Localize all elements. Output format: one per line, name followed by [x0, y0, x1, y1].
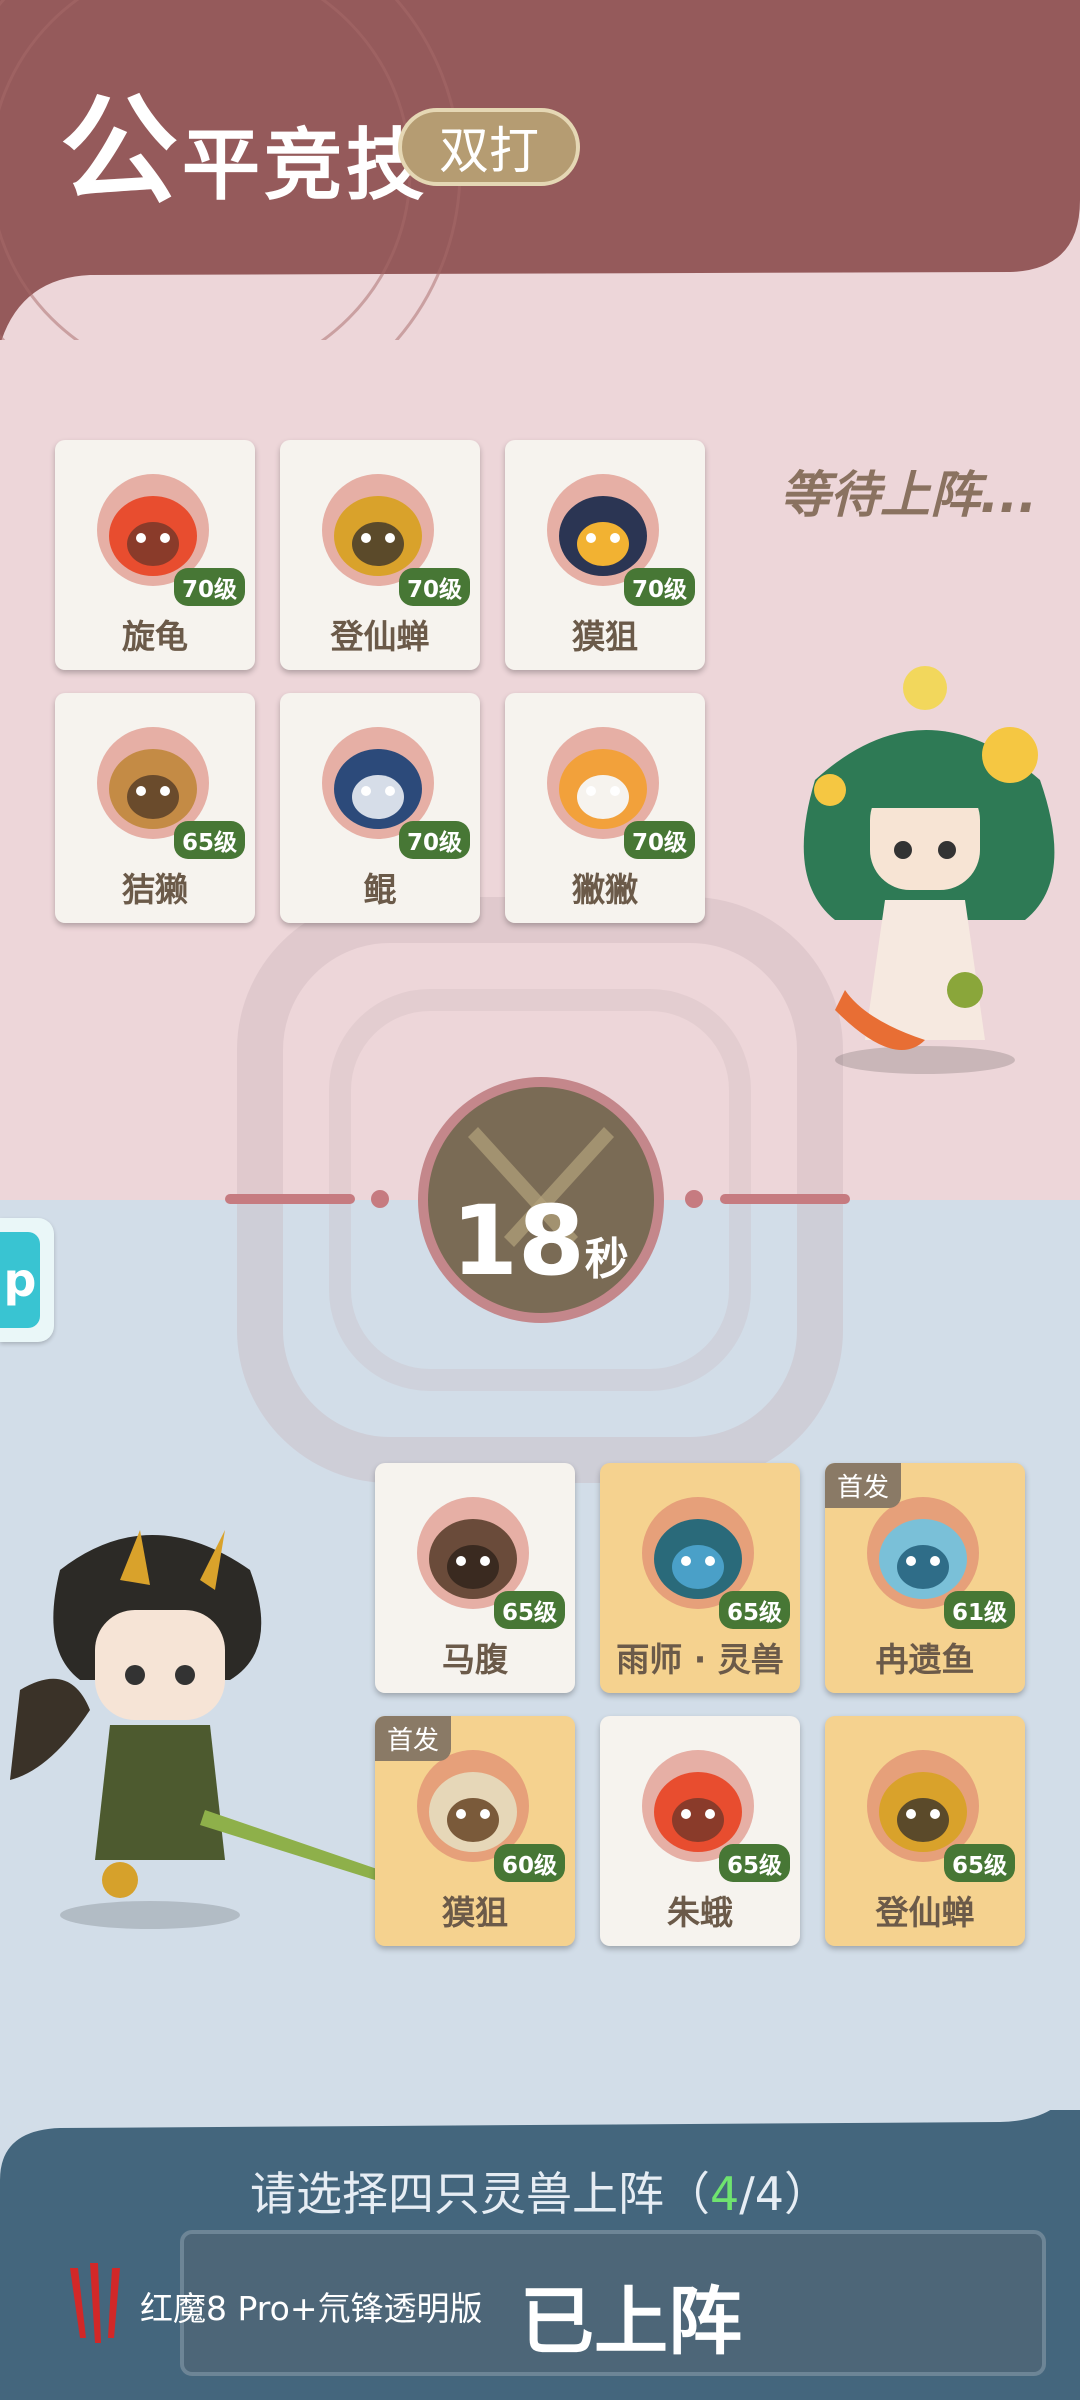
timer-value: 18秒 — [0, 1185, 1080, 1297]
creature-name: 旋龟 — [122, 617, 188, 656]
player-card[interactable]: 65级马腹 — [375, 1463, 575, 1693]
level-badge: 65级 — [493, 1591, 565, 1629]
creature-name: 登仙蝉 — [875, 1893, 975, 1932]
creature-name: 獏狙 — [572, 617, 638, 656]
creature-name: 獙獙 — [572, 870, 638, 909]
player-card[interactable]: 65级朱蛾 — [600, 1716, 800, 1946]
opp-card[interactable]: 70级鲲 — [280, 693, 480, 923]
waiting-status: 等待上阵... — [780, 466, 1037, 524]
side-tab[interactable]: p — [0, 1218, 54, 1342]
title-rest: 平竞技 — [182, 121, 429, 211]
red-magic-logo-icon — [70, 2263, 120, 2343]
opponent-character — [803, 666, 1055, 1074]
device-watermark: 红魔8 Pro+氘锋透明版 — [140, 2289, 483, 2328]
level-badge: 70级 — [173, 568, 245, 606]
level-badge: 65级 — [943, 1844, 1015, 1882]
creature-name: 狤獭 — [122, 870, 188, 909]
creature-name: 冉遗鱼 — [875, 1640, 975, 1679]
starter-tag: 首发 — [375, 1716, 452, 1761]
selected-count: 4 — [709, 2167, 740, 2221]
level-badge: 65级 — [173, 821, 245, 859]
confirm-deploy-label: 已上阵 — [520, 2279, 742, 2365]
timer-unit: 秒 — [584, 1234, 629, 1285]
starter-tag: 首发 — [825, 1463, 902, 1508]
player-character — [10, 1530, 380, 1929]
opp-card[interactable]: 70级旋龟 — [55, 440, 255, 670]
level-badge: 70级 — [623, 568, 695, 606]
mode-badge: 双打 — [398, 108, 580, 186]
player-card[interactable]: 65级登仙蝉 — [825, 1716, 1025, 1946]
side-tab-label: p — [0, 1232, 40, 1328]
level-badge: 70级 — [623, 821, 695, 859]
level-badge: 65级 — [718, 1591, 790, 1629]
opp-card[interactable]: 65级狤獭 — [55, 693, 255, 923]
creature-name: 雨师 · 灵兽 — [616, 1640, 784, 1679]
creature-name: 鲲 — [363, 870, 397, 909]
level-badge: 70级 — [398, 568, 470, 606]
page-title: 公平竞技 — [60, 55, 428, 226]
level-badge: 61级 — [943, 1591, 1015, 1629]
level-badge: 65级 — [718, 1844, 790, 1882]
level-badge: 70级 — [398, 821, 470, 859]
level-badge: 60级 — [493, 1844, 565, 1882]
instruction-prefix: 请选择四只灵兽上阵（ — [249, 2167, 710, 2221]
opp-card[interactable]: 70级登仙蝉 — [280, 440, 480, 670]
opp-card[interactable]: 70级獙獙 — [505, 693, 705, 923]
title-big-char: 公 — [60, 82, 183, 220]
player-card[interactable]: 65级雨师 · 灵兽 — [600, 1463, 800, 1693]
player-card[interactable]: 60级獏狙 首发 — [375, 1716, 575, 1946]
creature-name: 登仙蝉 — [330, 617, 430, 656]
creature-name: 朱蛾 — [667, 1893, 733, 1932]
timer-number: 18 — [451, 1185, 585, 1297]
instruction-suffix: /4） — [739, 2167, 831, 2221]
selection-instruction: 请选择四只灵兽上阵（4/4） — [0, 2158, 1080, 2224]
creature-name: 马腹 — [442, 1640, 508, 1679]
player-card[interactable]: 61级冉遗鱼 首发 — [825, 1463, 1025, 1693]
opp-card[interactable]: 70级獏狙 — [505, 440, 705, 670]
creature-name: 獏狙 — [442, 1893, 508, 1932]
